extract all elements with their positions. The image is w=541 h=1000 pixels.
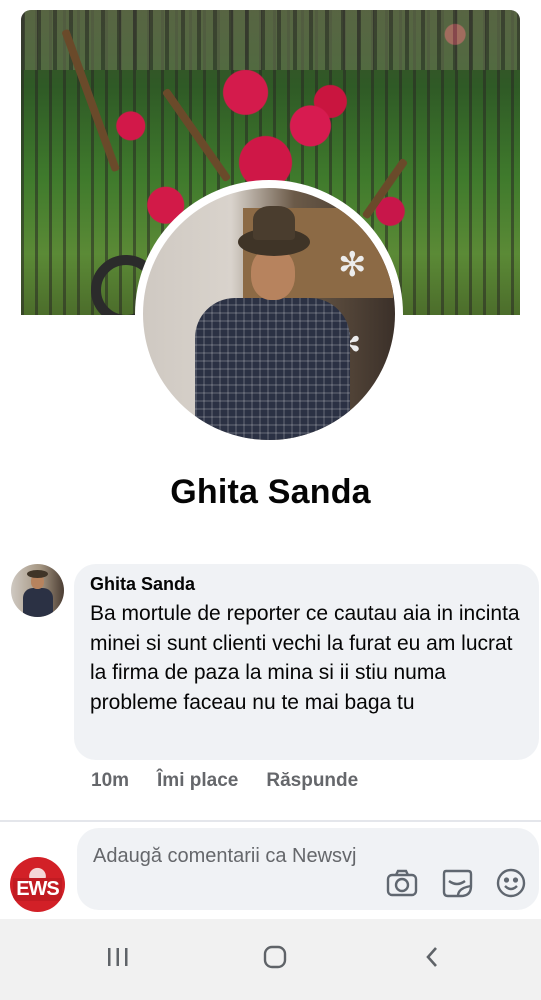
comment-bubble[interactable]: Ghita Sanda Ba mortule de reporter ce ca…	[74, 564, 539, 760]
emoji-icon[interactable]	[494, 866, 528, 900]
comment-author-avatar[interactable]	[11, 564, 64, 617]
reply-button[interactable]: Răspunde	[266, 770, 358, 792]
home-icon[interactable]	[255, 937, 295, 977]
profile-name[interactable]: Ghita Sanda	[0, 473, 541, 512]
divider	[0, 820, 541, 822]
system-navigation-bar	[0, 919, 541, 1000]
person-hat-crown	[253, 206, 295, 240]
snowflake-decoration: ✻	[338, 246, 367, 284]
camera-icon[interactable]	[385, 866, 419, 900]
avatar-body	[23, 588, 53, 617]
gif-sticker-icon[interactable]	[440, 866, 474, 900]
person-shirt	[195, 298, 350, 440]
comment-input-placeholder: Adaugă comentarii ca Newsvj	[93, 845, 357, 867]
avatar-hat	[27, 570, 48, 578]
comment-text: Ba mortule de reporter ce cautau aia in …	[90, 602, 520, 714]
comment-actions: 10m Îmi place Răspunde	[91, 770, 358, 792]
cover-fence	[21, 10, 520, 70]
current-user-avatar: EWS	[10, 857, 65, 912]
comment-author[interactable]: Ghita Sanda	[90, 574, 523, 595]
newsvj-logo: EWS	[13, 878, 62, 901]
back-icon[interactable]	[412, 937, 452, 977]
cover-stake	[161, 87, 232, 183]
like-button[interactable]: Îmi place	[157, 770, 238, 792]
recent-apps-icon[interactable]	[98, 937, 138, 977]
profile-picture[interactable]: ✻ ✻	[143, 188, 395, 440]
comment-timestamp[interactable]: 10m	[91, 770, 129, 792]
